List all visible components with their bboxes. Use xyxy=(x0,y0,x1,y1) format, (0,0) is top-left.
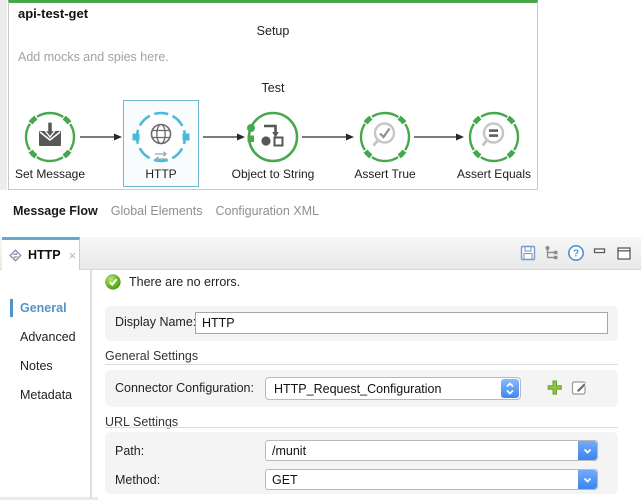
panel-toolbar: ? xyxy=(519,244,633,262)
display-name-label: Display Name: xyxy=(115,315,196,329)
select-stepper-icon[interactable] xyxy=(501,379,519,398)
display-name-input[interactable] xyxy=(195,312,608,334)
configuration-actions xyxy=(546,379,588,396)
flow-node-assert-true[interactable]: Assert True xyxy=(340,110,430,181)
general-settings-title: General Settings xyxy=(105,349,198,363)
properties-tab-http[interactable]: HTTP × xyxy=(2,237,80,270)
magnifier-check-icon xyxy=(355,110,415,166)
flow-node-set-message[interactable]: Set Message xyxy=(5,110,95,181)
magnifier-equals-icon xyxy=(464,110,524,166)
maximize-icon[interactable] xyxy=(615,244,633,262)
flow-title: api-test-get xyxy=(18,6,88,21)
editor-tab-bar: Message Flow Global Elements Configurati… xyxy=(13,204,319,218)
sidebar-item-general[interactable]: General xyxy=(0,300,90,316)
set-message-icon xyxy=(20,110,80,166)
section-divider xyxy=(105,364,618,365)
status-message: There are no errors. xyxy=(129,275,240,289)
sidebar-item-notes[interactable]: Notes xyxy=(0,358,90,374)
flow-node-assert-equals[interactable]: Assert Equals xyxy=(449,110,539,181)
method-input[interactable] xyxy=(266,470,577,489)
save-icon[interactable] xyxy=(519,244,537,262)
connector-configuration-select[interactable]: HTTP_Request_Configuration xyxy=(265,377,521,400)
edit-configuration-icon[interactable] xyxy=(571,379,588,396)
url-settings-group: Path: Method: xyxy=(105,432,618,494)
help-icon[interactable]: ? xyxy=(567,244,585,262)
properties-panel-header: HTTP × xyxy=(0,237,641,270)
tab-global-elements[interactable]: Global Elements xyxy=(111,204,203,218)
close-icon[interactable]: × xyxy=(69,249,77,262)
tab-configuration-xml[interactable]: Configuration XML xyxy=(215,204,319,218)
setup-section-label: Setup xyxy=(8,24,538,38)
node-label: HTTP xyxy=(124,167,198,181)
test-section-label: Test xyxy=(8,81,538,95)
flow-node-http[interactable]: HTTP xyxy=(123,100,199,187)
svg-text:?: ? xyxy=(573,249,579,260)
validation-status: There are no errors. xyxy=(105,274,240,290)
anypoint-studio-screen: api-test-get Setup Add mocks and spies h… xyxy=(0,0,641,500)
properties-panel: HTTP × xyxy=(0,237,641,500)
method-combo xyxy=(265,469,598,490)
minimize-icon[interactable] xyxy=(591,244,609,262)
method-dropdown-icon[interactable] xyxy=(578,470,597,489)
status-ok-icon xyxy=(105,274,121,290)
add-configuration-icon[interactable] xyxy=(546,379,563,396)
mocks-hint-text: Add mocks and spies here. xyxy=(18,50,169,64)
transform-icon xyxy=(243,110,303,166)
node-label: Set Message xyxy=(5,167,95,181)
properties-tab-label: HTTP xyxy=(28,248,61,262)
path-dropdown-icon[interactable] xyxy=(578,441,597,460)
path-label: Path: xyxy=(115,444,144,458)
display-name-group: Display Name: xyxy=(105,306,618,341)
section-divider xyxy=(105,427,618,428)
sidebar-item-advanced[interactable]: Advanced xyxy=(0,329,90,345)
sidebar-item-metadata[interactable]: Metadata xyxy=(0,387,90,403)
path-combo xyxy=(265,440,598,461)
method-label: Method: xyxy=(115,473,160,487)
flow-node-object-to-string[interactable]: Object to String xyxy=(228,110,318,181)
node-label: Object to String xyxy=(228,167,318,181)
properties-sidebar: General Advanced Notes Metadata xyxy=(0,270,92,500)
general-settings-group: Connector Configuration: HTTP_Request_Co… xyxy=(105,370,618,407)
flow-tree-icon[interactable] xyxy=(543,244,561,262)
path-input[interactable] xyxy=(266,441,577,460)
node-label: Assert True xyxy=(340,167,430,181)
tab-message-flow[interactable]: Message Flow xyxy=(13,204,98,218)
connector-configuration-value: HTTP_Request_Configuration xyxy=(274,382,441,396)
mule-connector-icon xyxy=(8,248,23,263)
node-label: Assert Equals xyxy=(449,167,539,181)
http-globe-icon xyxy=(131,110,191,166)
flow-connector-arrow xyxy=(80,131,122,143)
connector-configuration-label: Connector Configuration: xyxy=(115,381,254,395)
